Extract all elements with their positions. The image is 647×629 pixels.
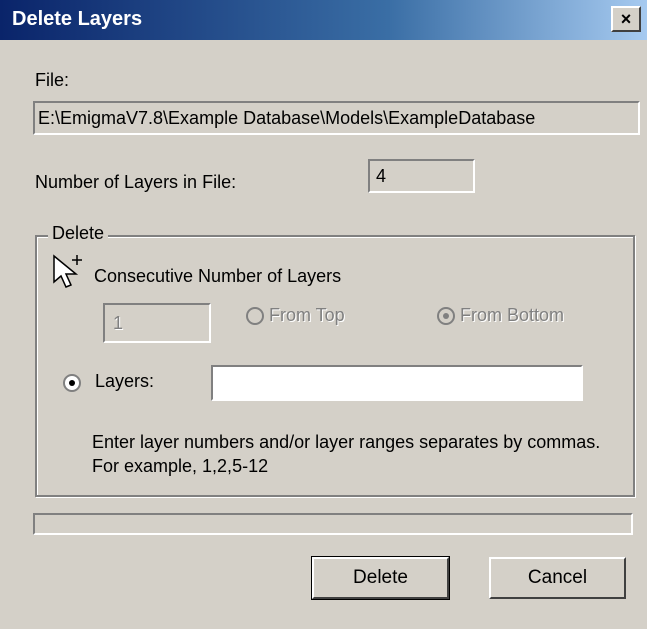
layers-radio-dot: [69, 380, 75, 386]
consecutive-count-value: 1: [113, 313, 124, 333]
file-path-text: E:\EmigmaV7.8\Example Database\Models\Ex…: [38, 108, 536, 128]
delete-group-legend: Delete: [48, 223, 109, 244]
progress-bar: [33, 513, 633, 535]
cancel-button[interactable]: Cancel: [489, 557, 626, 599]
layers-input[interactable]: [211, 365, 583, 401]
window-title: Delete Layers: [12, 8, 143, 30]
delete-button[interactable]: Delete: [311, 556, 450, 600]
layers-count-label: Number of Layers in File:: [35, 172, 237, 192]
title-bar: Delete Layers ×: [0, 0, 647, 40]
layers-radio[interactable]: [63, 374, 81, 392]
from-bottom-label: From Bottom: [460, 305, 565, 325]
layers-option-label: Layers:: [95, 371, 155, 391]
layers-count-field: 4: [368, 159, 475, 193]
consecutive-layers-label: Consecutive Number of Layers: [94, 266, 342, 286]
from-top-label: From Top: [269, 305, 345, 325]
from-bottom-radio[interactable]: [437, 307, 455, 325]
layers-hint-text: Enter layer numbers and/or layer ranges …: [92, 432, 601, 476]
layers-count-value: 4: [376, 166, 387, 186]
close-button[interactable]: ×: [611, 6, 641, 32]
arrow-cursor-icon: [53, 254, 82, 288]
from-bottom-radio-dot: [443, 313, 449, 319]
from-top-radio[interactable]: [246, 307, 264, 325]
consecutive-count-field: 1: [103, 303, 211, 343]
file-path-field: E:\EmigmaV7.8\Example Database\Models\Ex…: [33, 101, 640, 135]
close-icon: ×: [620, 9, 632, 29]
file-label: File:: [35, 70, 70, 90]
